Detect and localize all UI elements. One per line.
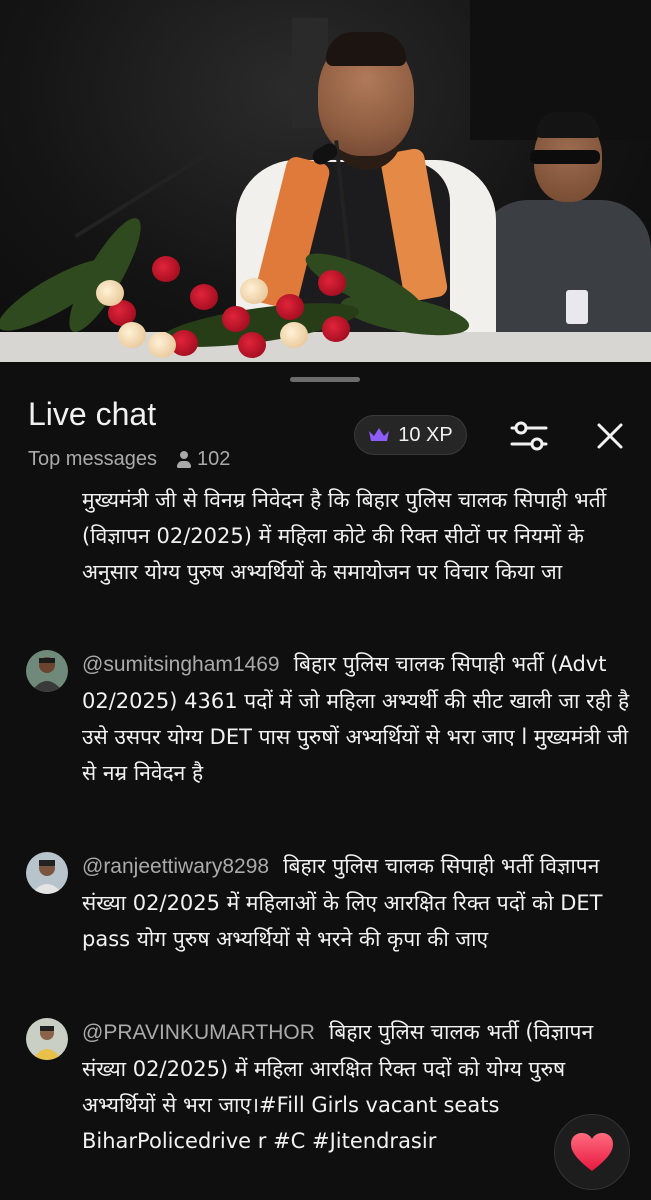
xp-button[interactable]: 10 XP	[354, 415, 467, 455]
sunglasses	[530, 150, 600, 164]
xp-label: 10 XP	[398, 423, 453, 446]
message-author[interactable]: @sumitsingham1469	[82, 653, 280, 676]
viewer-count: 102	[196, 448, 231, 470]
message-author[interactable]: @ranjeettiwary8298	[82, 855, 269, 878]
chat-message-list[interactable]: मुख्यमंत्री जी से विनम्र निवेदन है कि बि…	[0, 484, 651, 1200]
live-video-player[interactable]	[0, 0, 651, 362]
close-icon[interactable]	[592, 418, 628, 454]
chat-filter-row[interactable]: Top messages 102	[28, 448, 230, 471]
avatar-image	[26, 1018, 68, 1060]
chat-message-text: मुख्यमंत्री जी से विनम्र निवेदन है कि बि…	[82, 488, 607, 584]
crown-icon	[369, 428, 390, 441]
person-icon	[176, 450, 191, 469]
chat-title: Live chat	[28, 396, 157, 432]
guard-hair	[536, 112, 600, 138]
flower-arrangement	[0, 210, 480, 362]
message-author[interactable]: @PRAVINKUMARTHOR	[82, 1021, 315, 1044]
reaction-heart-button[interactable]	[554, 1114, 630, 1190]
avatar[interactable]	[26, 650, 68, 692]
heart-icon	[571, 1133, 613, 1171]
speaker-hair	[326, 32, 406, 66]
id-badge	[566, 290, 588, 324]
avatar[interactable]	[26, 852, 68, 894]
top-messages-filter[interactable]: Top messages	[28, 448, 157, 471]
avatar[interactable]	[26, 1018, 68, 1060]
tune-sliders-icon[interactable]	[508, 418, 550, 454]
avatar-image	[26, 852, 68, 894]
drag-handle[interactable]	[290, 377, 360, 382]
avatar-image	[26, 650, 68, 692]
